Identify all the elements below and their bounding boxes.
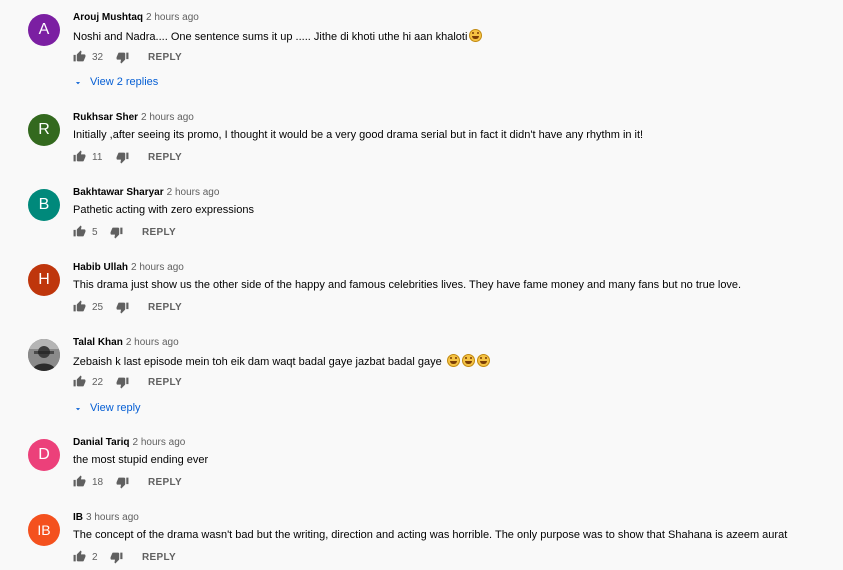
thumbs-up-icon[interactable]	[73, 150, 86, 163]
laughing-emoji-icon	[446, 354, 460, 367]
like-count: 18	[92, 477, 104, 488]
avatar[interactable]	[28, 339, 60, 371]
comment-time[interactable]: 3 hours ago	[86, 512, 139, 523]
thumbs-down-icon[interactable]	[116, 151, 129, 164]
like-count: 2	[92, 552, 98, 563]
author-name[interactable]: Habib Ullah	[73, 262, 128, 273]
laughing-emoji-icon	[461, 354, 475, 367]
comment-time[interactable]: 2 hours ago	[167, 187, 220, 198]
like-count: 22	[92, 377, 104, 388]
author-name[interactable]: Rukhsar Sher	[73, 112, 138, 123]
comment-text: The concept of the drama wasn't bad but …	[73, 529, 788, 541]
comment-header: IB 3 hours ago	[73, 512, 139, 523]
thumbs-down-icon[interactable]	[116, 376, 129, 389]
like-count: 32	[92, 52, 104, 63]
author-name[interactable]: IB	[73, 512, 83, 523]
like-count: 25	[92, 302, 104, 313]
thumbs-down-icon[interactable]	[110, 551, 123, 564]
profile-photo-icon	[28, 339, 60, 371]
thumbs-down-icon[interactable]	[116, 301, 129, 314]
avatar[interactable]: H	[28, 264, 60, 296]
reply-button[interactable]: REPLY	[148, 377, 182, 388]
comment-text: Noshi and Nadra.... One sentence sums it…	[73, 29, 483, 43]
comment-header: Rukhsar Sher 2 hours ago	[73, 112, 194, 123]
thumbs-up-icon[interactable]	[73, 475, 86, 488]
comment-text: Zebaish k last episode mein toh eik dam …	[73, 354, 490, 368]
author-name[interactable]: Talal Khan	[73, 337, 123, 348]
comment-text: Initially ,after seeing its promo, I tho…	[73, 129, 644, 141]
laughing-emoji-icon	[476, 354, 490, 367]
like-count: 5	[92, 227, 98, 238]
reply-button[interactable]: REPLY	[142, 227, 176, 238]
author-name[interactable]: Bakhtawar Sharyar	[73, 187, 164, 198]
thumbs-up-icon[interactable]	[73, 375, 86, 388]
thumbs-up-icon[interactable]	[73, 550, 86, 563]
thumbs-up-icon[interactable]	[73, 300, 86, 313]
comment-time[interactable]: 2 hours ago	[131, 262, 184, 273]
avatar[interactable]: IB	[28, 514, 60, 546]
avatar[interactable]: D	[28, 439, 60, 471]
comment-time[interactable]: 2 hours ago	[133, 437, 186, 448]
comment-time[interactable]: 2 hours ago	[146, 12, 199, 23]
comment-header: Bakhtawar Sharyar 2 hours ago	[73, 187, 219, 198]
avatar[interactable]: B	[28, 189, 60, 221]
reply-button[interactable]: REPLY	[142, 552, 176, 563]
reply-button[interactable]: REPLY	[148, 52, 182, 63]
comment-header: Habib Ullah 2 hours ago	[73, 262, 184, 273]
author-name[interactable]: Arouj Mushtaq	[73, 12, 143, 23]
chevron-down-icon	[75, 82, 81, 85]
comment-header: Talal Khan 2 hours ago	[73, 337, 179, 348]
thumbs-up-icon[interactable]	[73, 50, 86, 63]
reply-button[interactable]: REPLY	[148, 152, 182, 163]
view-replies-label: View 2 replies	[90, 76, 159, 88]
thumbs-down-icon[interactable]	[116, 51, 129, 64]
laughing-emoji-icon	[469, 29, 483, 42]
comment-header: Danial Tariq 2 hours ago	[73, 437, 185, 448]
like-count: 11	[92, 152, 103, 163]
avatar[interactable]: A	[28, 14, 60, 46]
reply-button[interactable]: REPLY	[148, 477, 182, 488]
comment-time[interactable]: 2 hours ago	[141, 112, 194, 123]
thumbs-up-icon[interactable]	[73, 225, 86, 238]
avatar[interactable]: R	[28, 114, 60, 146]
comment-text: This drama just show us the other side o…	[73, 279, 742, 291]
comment-time[interactable]: 2 hours ago	[126, 337, 179, 348]
view-replies-label: View reply	[90, 402, 141, 414]
comment-text: Pathetic acting with zero expressions	[73, 204, 254, 216]
thumbs-down-icon[interactable]	[116, 476, 129, 489]
reply-button[interactable]: REPLY	[148, 302, 182, 313]
thumbs-down-icon[interactable]	[110, 226, 123, 239]
comment-header: Arouj Mushtaq 2 hours ago	[73, 12, 199, 23]
comment-text: the most stupid ending ever	[73, 454, 209, 466]
chevron-down-icon	[75, 408, 81, 411]
author-name[interactable]: Danial Tariq	[73, 437, 130, 448]
